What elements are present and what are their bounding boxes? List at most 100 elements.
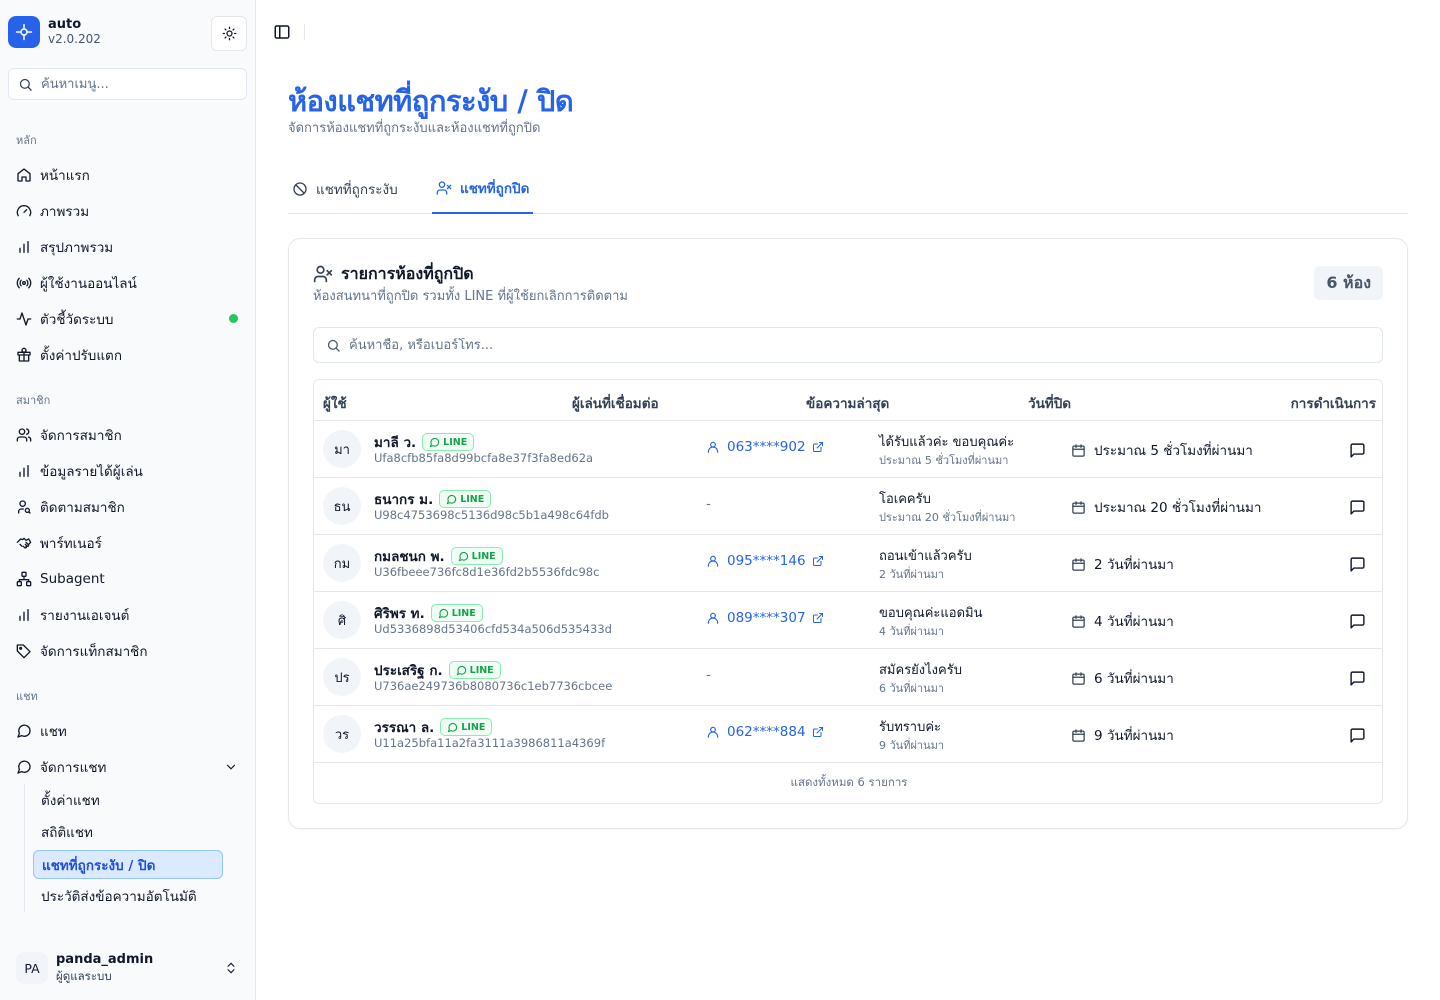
message-square-icon — [1349, 556, 1365, 572]
user-uid: U11a25bfa11a2fa3111a3986811a4369f — [374, 736, 606, 750]
external-link-icon — [812, 442, 823, 452]
group-label-chat: แชท — [16, 690, 38, 703]
sidebar-item-system-metrics[interactable]: ตัวชี้วัดระบบ — [8, 303, 248, 335]
last-message: ถอนเข้าแล้วครับ — [879, 549, 972, 564]
sidebar-item-home[interactable]: หน้าแรก — [8, 159, 248, 191]
status-dot — [229, 314, 238, 323]
line-badge: LINE — [440, 718, 493, 736]
column-header-last-message: ข้อความล่าสุด — [806, 396, 890, 412]
tab-closed-chats[interactable]: แชทที่ถูกปิด — [432, 164, 534, 214]
column-header-player: ผู้เล่นที่เชื่อมต่อ — [572, 396, 659, 412]
sidebar-item-chat[interactable]: แชท — [8, 715, 248, 747]
table-row: กม กมลชนก พ. LINE U36fbeee736fc8d1e36fd2b55… — [314, 535, 1382, 592]
open-chat-button[interactable] — [1346, 610, 1368, 632]
tab-bar: แชทที่ถูกระงับ แชทที่ถูกปิด — [288, 164, 1408, 214]
message-square-icon — [1349, 670, 1365, 686]
group-label-main: หลัก — [16, 134, 37, 147]
sidebar-item-manage-members[interactable]: จัดการสมาชิก — [8, 419, 248, 451]
line-badge-label: LINE — [460, 493, 485, 505]
page-subtitle: จัดการห้องแชทที่ถูกระงับและห้องแชทที่ถูก… — [288, 121, 541, 136]
open-chat-button[interactable] — [1346, 553, 1368, 575]
player-link[interactable]: 095****146 — [706, 553, 824, 569]
open-chat-button[interactable] — [1346, 667, 1368, 689]
player-link[interactable]: 063****902 — [706, 439, 824, 455]
card-description: ห้องสนทนาที่ถูกปิด รวมทั้ง LINE ที่ผู้ใช… — [313, 289, 628, 304]
user-name: กมลชนก พ. — [374, 549, 445, 565]
tab-blocked-chats[interactable]: แชทที่ถูกระงับ — [292, 164, 398, 214]
line-badge: LINE — [430, 604, 483, 622]
closed-date: 4 วันที่ผ่านมา — [1071, 610, 1174, 632]
column-header-actions: การดำเนินการ — [1290, 396, 1376, 412]
message-square-icon — [1349, 499, 1365, 515]
sidebar-item-agent-report[interactable]: รายงานเอเจนต์ — [8, 599, 248, 631]
sidebar-item-label: แชท — [40, 724, 67, 740]
line-chat-icon — [458, 551, 468, 561]
line-chat-icon — [438, 608, 448, 618]
brand[interactable]: auto v2.0.202 — [8, 16, 101, 48]
bar-chart-icon — [19, 609, 29, 621]
closed-date-text: ประมาณ 20 ชั่วโมงที่ผ่านมา — [1094, 500, 1262, 516]
sidebar-item-summary[interactable]: สรุปภาพรวม — [8, 231, 248, 263]
sidebar-subitem-auto-message-history[interactable]: ประวัติส่งข้อความอัตโนมัติ — [33, 881, 223, 910]
sidebar-item-label: สรุปภาพรวม — [40, 240, 114, 256]
closed-date-text: 9 วันที่ผ่านมา — [1094, 728, 1174, 744]
menu-search[interactable] — [8, 68, 247, 100]
submenu-guide-line — [24, 784, 25, 912]
sidebar-item-label: หน้าแรก — [40, 168, 90, 184]
sidebar-subitem-chat-stats[interactable]: สถิติแชท — [33, 817, 223, 846]
line-badge-label: LINE — [469, 664, 494, 676]
last-message: ขอบคุณค่ะแอดมิน — [879, 606, 983, 621]
room-search[interactable] — [313, 327, 1383, 363]
app-version: v2.0.202 — [48, 32, 101, 46]
sidebar-item-member-tags[interactable]: จัดการแท็กสมาชิก — [8, 635, 248, 667]
activity-icon — [16, 312, 32, 326]
open-chat-button[interactable] — [1346, 439, 1368, 461]
user-uid: Ufa8cfb85fa8d99bcfa8e37f3fa8ed62a — [374, 451, 594, 465]
message-circle-icon — [17, 760, 31, 774]
tab-label: แชทที่ถูกระงับ — [316, 182, 398, 198]
line-badge-label: LINE — [451, 607, 476, 619]
room-search-input[interactable] — [349, 337, 1349, 353]
sidebar-subitem-blocked-closed-chat[interactable]: แชทที่ถูกระงับ / ปิด — [33, 850, 223, 879]
avatar: กม — [323, 544, 361, 582]
player-phone: 095****146 — [727, 553, 806, 569]
sidebar-item-label: รายงานเอเจนต์ — [40, 608, 130, 624]
sidebar-item-online-users[interactable]: ผู้ใช้งานออนไลน์ — [8, 267, 248, 299]
open-chat-button[interactable] — [1346, 724, 1368, 746]
player-link[interactable]: 089****307 — [706, 610, 824, 626]
calendar-icon — [1072, 500, 1085, 514]
sidebar-item-label: ตัวชี้วัดระบบ — [40, 312, 114, 328]
sidebar-item-player-income[interactable]: ข้อมูลรายได้ผู้เล่น — [8, 455, 248, 487]
player-link[interactable]: 062****884 — [706, 724, 824, 740]
home-icon — [17, 168, 31, 182]
line-chat-icon — [447, 494, 457, 504]
last-message-time: 6 วันที่ผ่านมา — [879, 682, 945, 695]
table-row: ศิ ศิริพร ท. LINE Ud5336898d53406cfd534a506… — [314, 592, 1382, 649]
sidebar-item-settings[interactable]: ตั้งค่าปรับแตก — [8, 339, 248, 371]
user-icon — [707, 726, 719, 738]
last-message-time: 2 วันที่ผ่านมา — [879, 568, 945, 581]
user-x-icon — [436, 181, 452, 195]
avatar: PA — [16, 952, 48, 984]
user-menu[interactable]: PA panda_admin ผู้ดูแลระบบ — [8, 946, 248, 990]
external-link-icon — [812, 556, 823, 566]
user-name: ประเสริฐ ก. — [374, 663, 443, 679]
open-chat-button[interactable] — [1346, 496, 1368, 518]
sidebar: auto v2.0.202 หลัก หน้าแรก ภาพรวม สรุปภา… — [0, 0, 256, 1000]
user-role: ผู้ดูแลระบบ — [56, 969, 112, 983]
user-name: ศิริพร ท. — [374, 606, 425, 622]
sidebar-item-subagent[interactable]: Subagent — [8, 563, 248, 595]
users-icon — [16, 428, 32, 442]
sidebar-item-manage-chat[interactable]: จัดการแชท — [8, 751, 248, 783]
sidebar-subitem-chat-settings[interactable]: ตั้งค่าแชท — [33, 785, 223, 814]
user-uid: U98c4753698c5136d98c5b1a498c64fdb — [374, 508, 609, 522]
network-icon — [16, 571, 32, 587]
menu-search-input[interactable] — [41, 76, 231, 92]
sidebar-toggle-button[interactable] — [272, 22, 292, 42]
sidebar-item-partner[interactable]: พาร์ทเนอร์ — [8, 527, 248, 559]
ban-icon — [293, 182, 307, 196]
sidebar-item-overview[interactable]: ภาพรวม — [8, 195, 248, 227]
sidebar-item-track-members[interactable]: ติดตามสมาชิก — [8, 491, 248, 523]
player-phone: 089****307 — [727, 610, 806, 626]
theme-toggle-button[interactable] — [211, 16, 247, 51]
